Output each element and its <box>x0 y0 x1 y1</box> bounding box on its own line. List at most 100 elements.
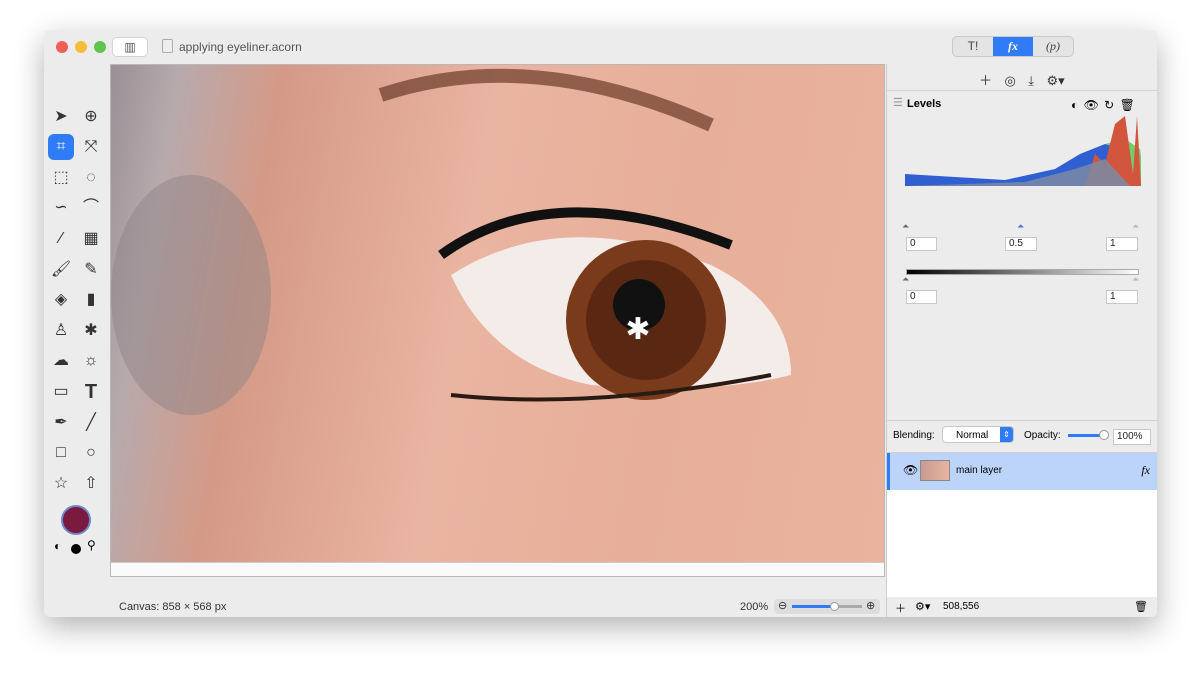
chevron-updown-icon: ⇕ <box>1000 427 1013 442</box>
blending-bar: Blending: Normal ⇕ Opacity: 100% <box>887 420 1157 452</box>
blending-label: Blending: <box>893 430 935 441</box>
toolbox: ➤ ⊕ ⌗ ⤧ ⬚ ◌ ∽ ⌒ ⁄ ▦ 🖌 ✎ ◈ ▮ ♙ ✱ ☁ ☼ ▭ T … <box>44 64 110 597</box>
pencil-icon[interactable]: ✎ <box>78 257 104 283</box>
zoom-tool-icon[interactable]: ⊕ <box>78 104 104 130</box>
color-select-icon[interactable]: ▦ <box>78 226 104 252</box>
star-tool-icon[interactable]: ☆ <box>48 471 74 497</box>
layers-footer: ＋ ⚙▾ 508,556 🗑 <box>887 597 1157 617</box>
delete-layer-icon[interactable]: 🗑 <box>1134 600 1148 613</box>
layer-row[interactable]: 👁 main layer fx <box>887 453 1157 490</box>
add-layer-icon[interactable]: ＋ <box>895 600 906 616</box>
ellipse-select-icon[interactable]: ◌ <box>78 165 104 191</box>
tab-filters[interactable]: fx <box>993 37 1033 56</box>
zoom-slider[interactable]: ⊖ ⊕ <box>774 599 880 614</box>
drag-handle-icon[interactable]: ☰ <box>893 96 903 109</box>
clone-stamp-icon[interactable]: ♙ <box>48 318 74 344</box>
app-window: ▥ applying eyeliner.acorn T! fx (p) ➤ ⊕ … <box>44 30 1157 617</box>
photo-eye: ✱ <box>111 65 884 576</box>
dodge-icon[interactable]: ☼ <box>78 348 104 374</box>
output-white-field[interactable]: 1 <box>1106 290 1138 304</box>
opacity-label: Opacity: <box>1024 430 1061 441</box>
status-bar: Canvas: 858 × 568 px 200% ⊖ ⊕ <box>110 597 885 617</box>
filter-title: Levels <box>907 98 942 110</box>
rect-select-icon[interactable]: ⬚ <box>48 165 74 191</box>
pen-tool-icon[interactable]: ✒ <box>48 410 74 436</box>
visibility-eye-icon[interactable]: 👁 <box>903 463 918 477</box>
canvas-scroll-area <box>111 562 884 576</box>
download-icon[interactable]: ⤓ <box>1028 73 1034 89</box>
eye-illustration: ✱ <box>111 68 791 415</box>
filter-toolbar: ＋ ◎ ⤓ ⚙▾ <box>979 70 1065 90</box>
healing-icon[interactable]: ✱ <box>78 318 104 344</box>
blending-mode-value: Normal <box>956 430 989 441</box>
canvas-size: Canvas: 858 × 568 px <box>119 601 227 613</box>
white-point-handle[interactable]: ⏶ <box>1132 221 1139 232</box>
opacity-field[interactable]: 100% <box>1113 429 1151 445</box>
compare-icon[interactable]: ◐ <box>1071 98 1078 112</box>
titlebar: ▥ applying eyeliner.acorn T! fx (p) <box>44 30 1157 64</box>
close-button[interactable] <box>56 41 68 53</box>
lasso-icon[interactable]: ∽ <box>48 195 74 221</box>
color-picker-icon[interactable]: ⚲ <box>87 538 96 552</box>
trash-icon[interactable]: 🗑 <box>1120 98 1135 112</box>
foreground-color-well[interactable] <box>61 505 91 535</box>
layer-fx-badge[interactable]: fx <box>1141 463 1150 478</box>
output-black-handle[interactable]: ⏶ <box>902 274 909 285</box>
arrow-tool-icon[interactable]: ⇧ <box>78 471 104 497</box>
zoom-level: 200% <box>740 601 769 613</box>
histogram <box>905 116 1141 186</box>
magic-wand-icon[interactable]: ⁄ <box>48 226 74 252</box>
layers-list: 👁 main layer fx <box>887 452 1157 617</box>
gradient-icon[interactable]: ▭ <box>48 379 74 405</box>
eraser-icon[interactable]: ▮ <box>78 287 104 313</box>
oval-tool-icon[interactable]: ○ <box>78 440 104 466</box>
text-tool-icon[interactable]: T <box>78 379 104 405</box>
gamma-handle[interactable]: ⏶ <box>1017 221 1024 232</box>
default-colors-icon[interactable] <box>71 544 81 554</box>
sidebar-toggle-button[interactable]: ▥ <box>112 37 148 57</box>
eye-icon[interactable]: 👁 <box>1084 98 1099 112</box>
filter-actions: ◐ 👁 ↻ 🗑 <box>1071 98 1135 112</box>
zoom-in-icon[interactable]: ⊕ <box>866 599 875 612</box>
image-canvas[interactable]: ✱ <box>110 64 885 577</box>
brush-icon[interactable]: 🖌 <box>48 257 74 283</box>
window-title: applying eyeliner.acorn <box>179 40 302 54</box>
tab-properties[interactable]: (p) <box>1033 37 1073 56</box>
opacity-slider-thumb[interactable] <box>1099 430 1109 440</box>
polygon-lasso-icon[interactable]: ⌒ <box>78 195 104 221</box>
blending-mode-select[interactable]: Normal ⇕ <box>942 426 1014 443</box>
filter-presets-icon[interactable]: ◎ <box>1004 73 1015 89</box>
gear-icon[interactable]: ⚙▾ <box>1046 73 1064 89</box>
swap-colors-icon[interactable]: ◐ <box>54 539 61 553</box>
document-icon <box>162 39 173 53</box>
minimize-button[interactable] <box>75 41 87 53</box>
cloud-icon[interactable]: ☁ <box>48 348 74 374</box>
sidebar-icon: ▥ <box>124 40 136 54</box>
zoom-slider-thumb[interactable] <box>830 602 839 611</box>
zoom-out-icon[interactable]: ⊖ <box>778 599 787 612</box>
reset-icon[interactable]: ↻ <box>1104 98 1114 112</box>
inspector-tabs: T! fx (p) <box>952 36 1074 57</box>
input-gamma-field[interactable]: 0.5 <box>1005 237 1037 251</box>
svg-text:✱: ✱ <box>625 313 650 346</box>
input-white-field[interactable]: 1 <box>1106 237 1138 251</box>
output-black-field[interactable]: 0 <box>906 290 937 304</box>
inspector-panel: ＋ ◎ ⤓ ⚙▾ ☰ Levels ◐ 👁 ↻ 🗑 ⏶ ⏶ ⏶ 0 0.5 1 … <box>886 64 1157 617</box>
output-white-handle[interactable]: ⏶ <box>1132 274 1139 285</box>
transform-tool-icon[interactable]: ⤧ <box>78 134 104 160</box>
layer-name: main layer <box>956 465 1003 476</box>
tab-tools[interactable]: T! <box>953 37 993 56</box>
add-filter-icon[interactable]: ＋ <box>979 70 992 89</box>
layer-thumbnail <box>920 460 950 481</box>
black-point-handle[interactable]: ⏶ <box>902 221 909 232</box>
output-gradient <box>906 269 1139 275</box>
input-black-field[interactable]: 0 <box>906 237 937 251</box>
select-tool-icon[interactable]: ➤ <box>48 104 74 130</box>
zoom-button[interactable] <box>94 41 106 53</box>
layer-stats: 508,556 <box>943 601 980 612</box>
paint-bucket-icon[interactable]: ◈ <box>48 287 74 313</box>
line-tool-icon[interactable]: ╱ <box>78 410 104 436</box>
layer-gear-icon[interactable]: ⚙▾ <box>915 600 930 613</box>
rectangle-tool-icon[interactable]: □ <box>48 440 74 466</box>
crop-tool-icon[interactable]: ⌗ <box>48 134 74 160</box>
